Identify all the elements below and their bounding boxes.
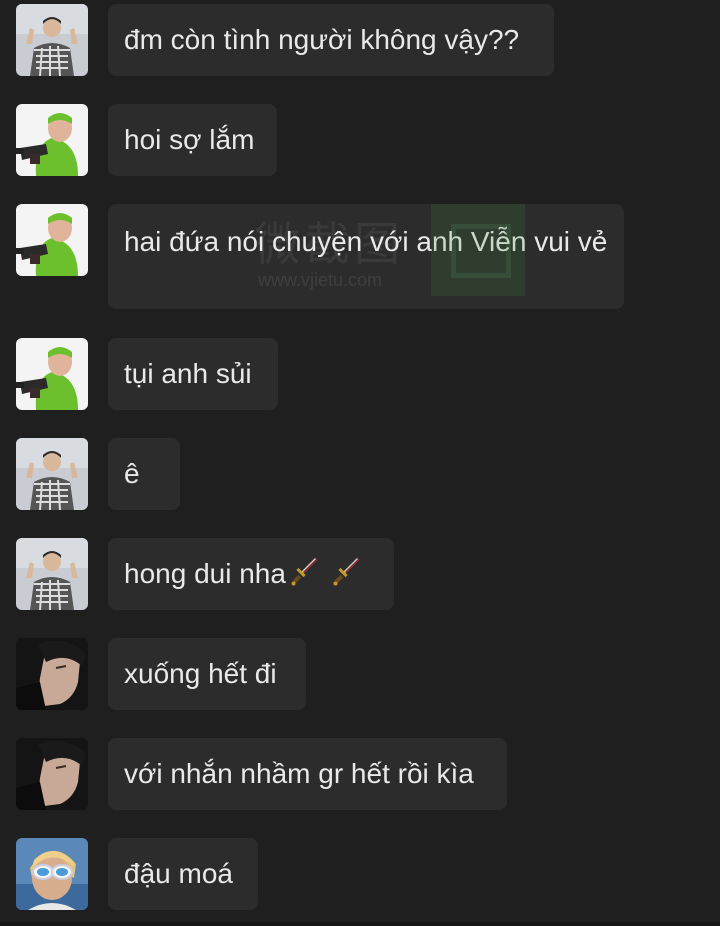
- message-text: đm còn tình người không vậy??: [124, 24, 520, 55]
- avatar[interactable]: [16, 338, 88, 410]
- avatar-side-profile-image: [16, 738, 88, 810]
- message-bubble[interactable]: đậu moá: [108, 838, 258, 910]
- chat-message-list: đm còn tình người không vậy?? hoi sợ lắm: [0, 0, 720, 926]
- message-text: ê: [124, 458, 140, 489]
- avatar[interactable]: [16, 538, 88, 610]
- message-bubble[interactable]: đm còn tình người không vậy??: [108, 4, 554, 76]
- avatar[interactable]: [16, 438, 88, 510]
- message-bubble[interactable]: hoi sợ lắm: [108, 104, 277, 176]
- message-row: ê: [0, 434, 720, 514]
- avatar[interactable]: [16, 738, 88, 810]
- avatar[interactable]: [16, 104, 88, 176]
- message-text: hong dui nha: [124, 558, 286, 589]
- avatar-side-profile-image: [16, 638, 88, 710]
- divider: [0, 922, 720, 926]
- message-row: hoi sợ lắm: [0, 100, 720, 180]
- message-bubble[interactable]: tụi anh sủi: [108, 338, 278, 410]
- message-text: hoi sợ lắm: [124, 124, 255, 155]
- avatar[interactable]: [16, 204, 88, 276]
- message-bubble[interactable]: ê: [108, 438, 180, 510]
- message-text: hai đứa nói chuyện với anh Viễn vui vẻ: [124, 226, 608, 257]
- avatar[interactable]: [16, 4, 88, 76]
- message-bubble[interactable]: hong dui nha: [108, 538, 394, 610]
- avatar-kermit-meme-image: [16, 338, 88, 410]
- dagger-icon: [332, 557, 362, 587]
- message-row: đm còn tình người không vậy??: [0, 0, 720, 80]
- avatar[interactable]: [16, 838, 88, 910]
- message-row: tụi anh sủi: [0, 334, 720, 414]
- avatar-checkered-shirt-image: [16, 538, 88, 610]
- dagger-icon: [290, 557, 320, 587]
- message-text: đậu moá: [124, 858, 233, 889]
- avatar-checkered-shirt-image: [16, 4, 88, 76]
- message-bubble[interactable]: hai đứa nói chuyện với anh Viễn vui vẻ: [108, 204, 624, 309]
- avatar-checkered-shirt-image: [16, 438, 88, 510]
- message-row: với nhắn nhầm gr hết rồi kìa: [0, 734, 720, 814]
- message-bubble[interactable]: với nhắn nhầm gr hết rồi kìa: [108, 738, 507, 810]
- avatar-kermit-meme-image: [16, 204, 88, 276]
- message-row: hong dui nha: [0, 534, 720, 614]
- avatar-kermit-meme-image: [16, 104, 88, 176]
- avatar[interactable]: [16, 638, 88, 710]
- message-row: đậu moá: [0, 834, 720, 914]
- message-text: với nhắn nhầm gr hết rồi kìa: [124, 758, 474, 789]
- message-row: hai đứa nói chuyện với anh Viễn vui vẻ: [0, 200, 720, 312]
- message-text: xuống hết đi: [124, 658, 277, 689]
- message-row: xuống hết đi: [0, 634, 720, 714]
- message-text: tụi anh sủi: [124, 358, 252, 389]
- avatar-sunglasses-image: [16, 838, 88, 910]
- message-bubble[interactable]: xuống hết đi: [108, 638, 306, 710]
